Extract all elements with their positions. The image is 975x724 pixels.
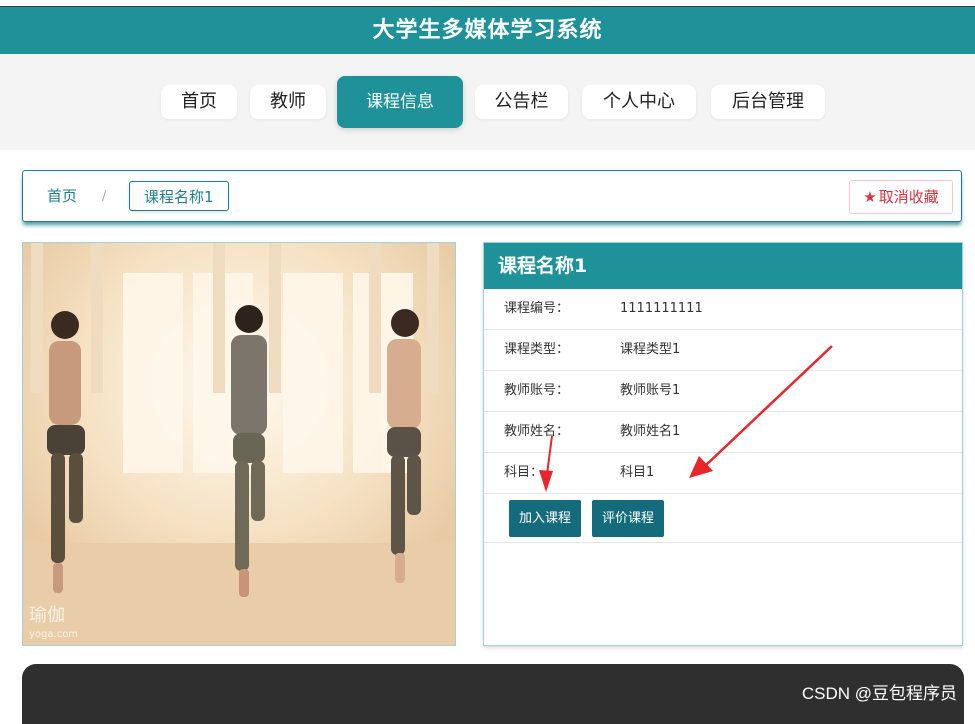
annotation-arrows	[539, 345, 833, 492]
csdn-watermark: CSDN @豆包程序员	[801, 684, 957, 703]
